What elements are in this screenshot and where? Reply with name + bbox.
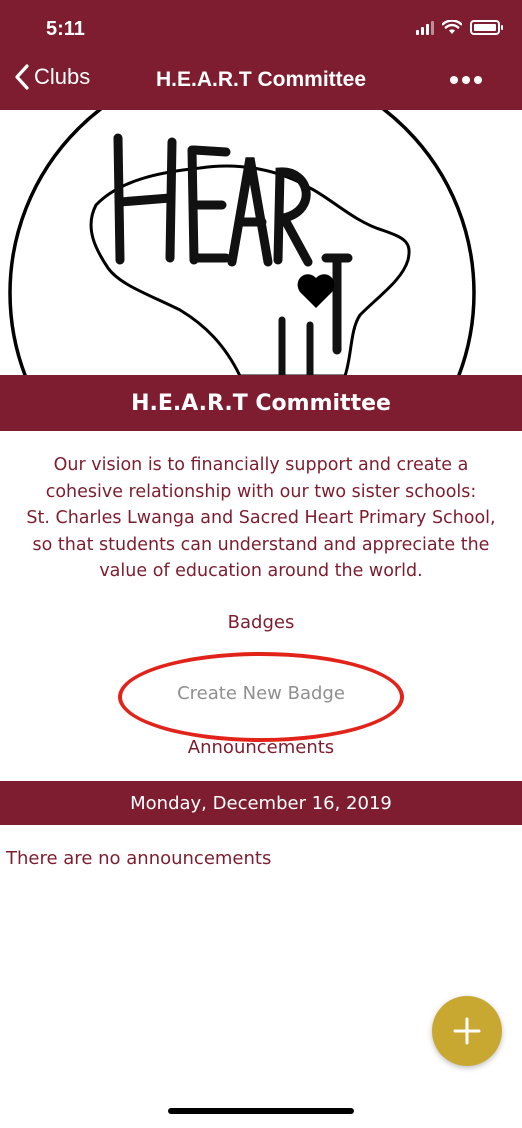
plus-icon (453, 1017, 481, 1045)
description-line: St. Charles Lwanga and Sacred Heart Prim… (26, 508, 496, 528)
badges-link[interactable]: Badges (0, 612, 522, 633)
description-line: value of education around the world. (99, 561, 423, 581)
battery-icon (470, 20, 503, 35)
announcements-link[interactable]: Announcements (0, 737, 522, 758)
heart-icon (297, 274, 335, 308)
nav-title: H.E.A.R.T Committee (155, 68, 367, 91)
top-bar: 5:11 Clubs H.E.A.R.T Committee (0, 0, 522, 110)
empty-announcements-text: There are no announcements (6, 848, 272, 869)
heart-africa-logo (8, 110, 476, 376)
announcement-date-header: Monday, December 16, 2019 (0, 781, 522, 825)
home-indicator[interactable] (168, 1108, 354, 1114)
description-line: so that students can understand and appr… (32, 534, 490, 555)
ellipsis-icon (450, 76, 458, 84)
club-description: Our vision is to financially support and… (6, 452, 516, 585)
description-line: Our vision is to financially support and… (53, 455, 469, 475)
status-time: 5:11 (46, 18, 85, 40)
description-line: cohesive relationship with our two siste… (45, 481, 477, 502)
club-banner-image (0, 110, 522, 376)
status-icons (416, 20, 503, 35)
create-new-badge-button[interactable]: Create New Badge (0, 683, 522, 704)
wifi-icon (442, 20, 462, 34)
add-announcement-button[interactable] (432, 996, 502, 1066)
signal-icon (416, 20, 434, 35)
more-options-button[interactable] (450, 76, 482, 84)
club-title: H.E.A.R.T Committee (0, 375, 522, 431)
